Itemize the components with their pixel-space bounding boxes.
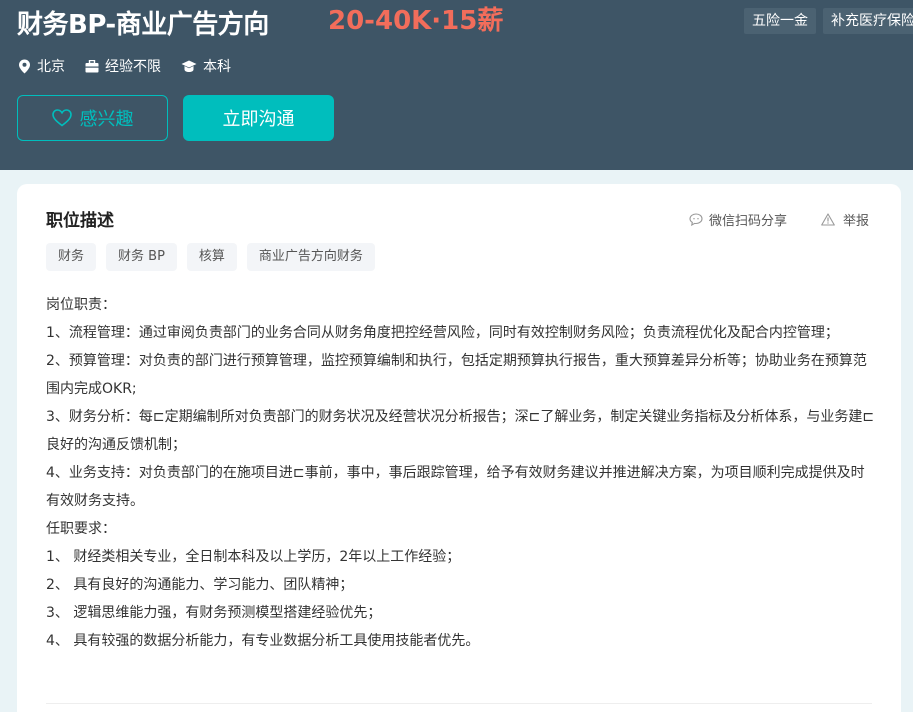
chat-button[interactable]: 立即沟通: [183, 95, 334, 141]
report-label: 举报: [843, 214, 870, 229]
skill-tag: 核算: [186, 243, 237, 271]
skill-tag: 财务 BP: [106, 243, 177, 271]
warning-icon: [821, 213, 835, 226]
salary: 20-40K·15薪: [328, 6, 504, 36]
description-line: 3、财务分析：每⊏定期编制所对负责部门的财务状况及经营状况分析报告；深⊏了解业务…: [46, 409, 875, 453]
description-line: 1、 财经类相关专业，全日制本科及以上学历，2年以上工作经验；: [46, 549, 461, 565]
skill-tag: 财务: [46, 243, 97, 271]
description-line: 4、 具有较强的数据分析能力，有专业数据分析工具使用技能者优先。: [46, 633, 480, 649]
section-title: 职位描述: [46, 211, 114, 231]
description-line: 1、流程管理：通过审阅负责部门的业务合同从财务角度把控经营风险，同时有效控制财务…: [46, 325, 839, 341]
graduation-cap-icon: [181, 60, 197, 72]
education-text: 本科: [203, 59, 231, 75]
job-meta: 北京 经验不限 本科: [18, 56, 251, 76]
heart-icon: [51, 109, 72, 127]
chat-bubble-icon: [689, 213, 703, 226]
divider: [46, 703, 872, 704]
benefit-tag: 五险一金: [744, 8, 816, 34]
skill-tags: 财务 财务 BP 核算 商业广告方向财务: [46, 243, 385, 271]
description-line: 3、 逻辑思维能力强，有财务预测模型搭建经验优先；: [46, 605, 382, 621]
chat-button-label: 立即沟通: [222, 109, 295, 130]
location-pin-icon: [19, 59, 30, 73]
benefit-tag: 补充医疗保险: [823, 8, 913, 34]
experience-text: 经验不限: [105, 59, 161, 75]
description-line: 岗位职责：: [46, 297, 116, 313]
experience: 经验不限: [85, 56, 161, 76]
interest-button[interactable]: 感兴趣: [17, 95, 168, 141]
job-header: 财务BP-商业广告方向 20-40K·15薪 五险一金 补充医疗保险 北京 经验…: [0, 0, 913, 170]
interest-button-label: 感兴趣: [79, 109, 134, 130]
job-description-card: 职位描述 微信扫码分享 举报 财务 财务 BP 核算 商业广告方向财务 岗位职责…: [17, 184, 901, 712]
location-text: 北京: [37, 59, 65, 75]
report-link[interactable]: 举报: [821, 210, 869, 229]
share-label: 微信扫码分享: [709, 214, 788, 229]
description-line: 2、 具有良好的沟通能力、学习能力、团队精神；: [46, 577, 354, 593]
job-title: 财务BP-商业广告方向: [17, 10, 269, 40]
education: 本科: [181, 56, 231, 76]
wechat-share-link[interactable]: 微信扫码分享: [689, 210, 787, 229]
location: 北京: [18, 56, 65, 76]
description-line: 4、业务支持：对负责部门的在施项目进⊏事前，事中，事后跟踪管理，给予有效财务建议…: [46, 465, 865, 509]
skill-tag: 商业广告方向财务: [246, 243, 375, 271]
description-line: 任职要求：: [46, 521, 116, 537]
job-description-text: 岗位职责： 1、流程管理：通过审阅负责部门的业务合同从财务角度把控经营风险，同时…: [46, 291, 876, 655]
description-line: 2、预算管理：对负责的部门进行预算管理，监控预算编制和执行，包括定期预算执行报告…: [46, 353, 867, 397]
briefcase-icon: [85, 59, 99, 72]
